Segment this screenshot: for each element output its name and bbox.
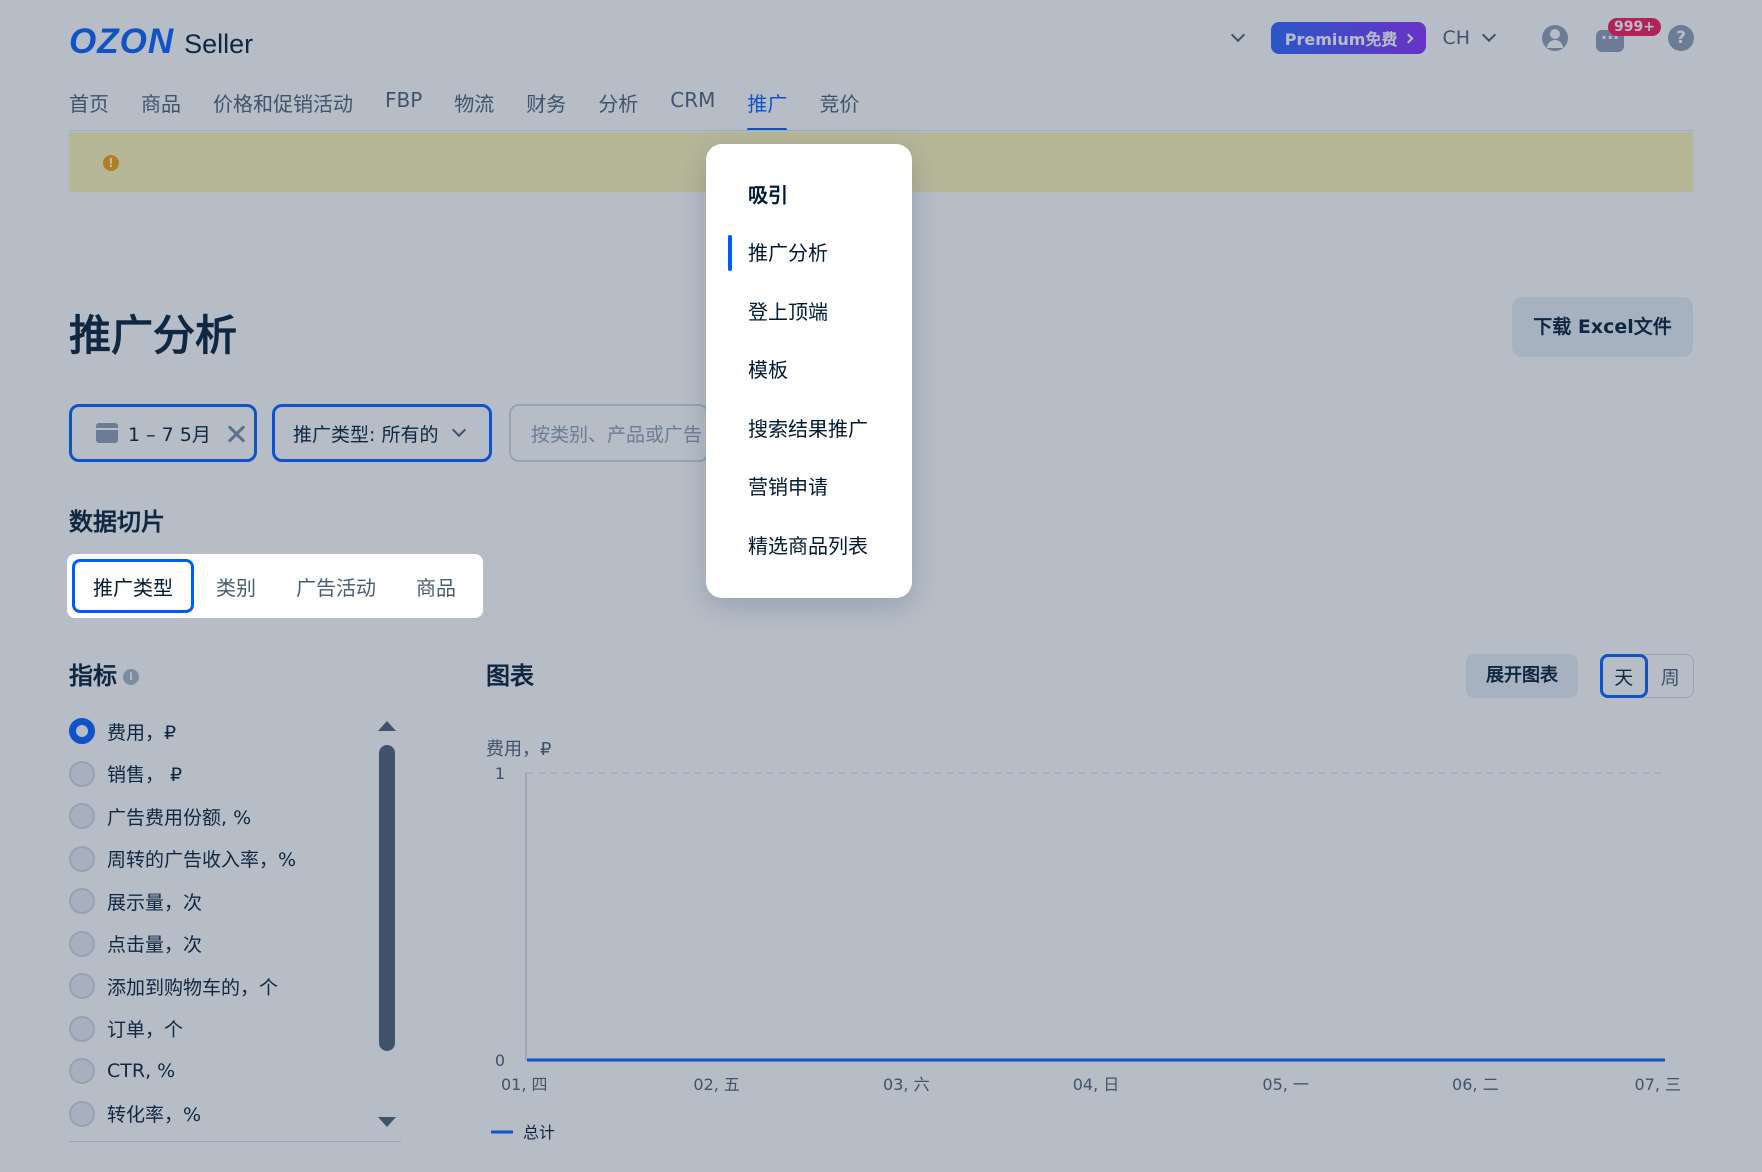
tab-slice[interactable]: 商品	[398, 559, 474, 613]
menu-item[interactable]: 营销申请	[706, 457, 912, 516]
slice-tabs: 推广类型 类别 广告活动 商品	[67, 554, 483, 618]
promotion-dropdown-menu: 吸引 推广分析 登上顶端 模板 搜索结果推广 营销申请 精选商品列表	[706, 144, 912, 598]
menu-item[interactable]: 推广分析	[706, 223, 912, 282]
tab-slice[interactable]: 推广类型	[72, 559, 194, 613]
tab-slice[interactable]: 广告活动	[278, 559, 394, 613]
menu-item[interactable]: 模板	[706, 340, 912, 399]
menu-item[interactable]: 登上顶端	[706, 281, 912, 340]
menu-item[interactable]: 精选商品列表	[706, 515, 912, 574]
menu-item[interactable]: 搜索结果推广	[706, 398, 912, 457]
tab-slice[interactable]: 类别	[198, 559, 274, 613]
menu-item[interactable]: 吸引	[706, 164, 912, 223]
